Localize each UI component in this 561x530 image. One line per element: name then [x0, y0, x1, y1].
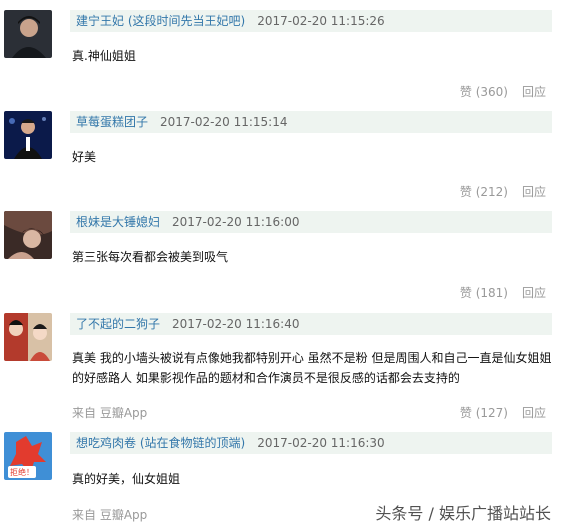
like-button[interactable]: 赞 (181): [460, 286, 508, 300]
comment-meta: 了不起的二狗子 2017-02-20 11:16:40: [70, 313, 552, 335]
comment-source: 来自 豆瓣App: [72, 508, 148, 522]
like-button[interactable]: 赞 (212): [460, 185, 508, 199]
comment-source: 来自 豆瓣App: [72, 406, 148, 420]
author-name[interactable]: 了不起的二狗子: [76, 317, 160, 331]
comment-text: 真.神仙姐姐: [72, 49, 136, 63]
comment-text: 真的好美，仙女姐姐: [72, 472, 181, 486]
source-app-link[interactable]: 豆瓣App: [100, 406, 147, 420]
reply-button[interactable]: 回应: [522, 185, 546, 199]
watermark: 头条号 / 娱乐广播站站长: [375, 504, 551, 523]
reply-button[interactable]: 回应: [522, 286, 546, 300]
comment-time: 2017-02-20 11:15:14: [160, 115, 288, 129]
comment-meta: 草莓蛋糕团子 2017-02-20 11:15:14: [70, 111, 552, 133]
comment-actions: 赞 (212) 回应: [460, 184, 546, 200]
comment-text: 好美: [72, 150, 97, 164]
comment-text: 真美 我的小墙头被说有点像她我都特别开心 虽然不是粉 但是周围人和自己一直是仙女…: [72, 351, 552, 385]
author-name[interactable]: 草莓蛋糕团子: [76, 115, 148, 129]
reply-button[interactable]: 回应: [522, 85, 546, 99]
comment-meta: 根妹是大锤媳妇 2017-02-20 11:16:00: [70, 211, 552, 233]
author-name[interactable]: 想吃鸡肉卷 (站在食物链的顶端): [76, 436, 245, 450]
avatar[interactable]: [4, 313, 52, 361]
source-app-link[interactable]: 豆瓣App: [100, 508, 147, 522]
avatar[interactable]: 拒绝！: [4, 432, 52, 480]
author-name[interactable]: 根妹是大锤媳妇: [76, 215, 160, 229]
avatar[interactable]: [4, 211, 52, 259]
avatar[interactable]: [4, 111, 52, 159]
comment-time: 2017-02-20 11:16:30: [257, 436, 385, 450]
avatar[interactable]: [4, 10, 52, 58]
avatar-badge-text: 拒绝！: [10, 467, 34, 477]
comment-meta: 想吃鸡肉卷 (站在食物链的顶端) 2017-02-20 11:16:30: [70, 432, 552, 454]
like-button[interactable]: 赞 (360): [460, 85, 508, 99]
comment-actions: 赞 (127) 回应: [460, 405, 546, 421]
comment-time: 2017-02-20 11:16:00: [172, 215, 300, 229]
comment-time: 2017-02-20 11:16:40: [172, 317, 300, 331]
comment-meta: 建宁王妃 (这段时间先当王妃吧) 2017-02-20 11:15:26: [70, 10, 552, 32]
like-button[interactable]: 赞 (127): [460, 406, 508, 420]
author-name[interactable]: 建宁王妃 (这段时间先当王妃吧): [76, 14, 245, 28]
comment-actions: 赞 (181) 回应: [460, 285, 546, 301]
comment-text: 第三张每次看都会被美到吸气: [72, 250, 229, 264]
reply-button[interactable]: 回应: [522, 406, 546, 420]
comment-actions: 赞 (360) 回应: [460, 84, 546, 100]
comment-time: 2017-02-20 11:15:26: [257, 14, 385, 28]
